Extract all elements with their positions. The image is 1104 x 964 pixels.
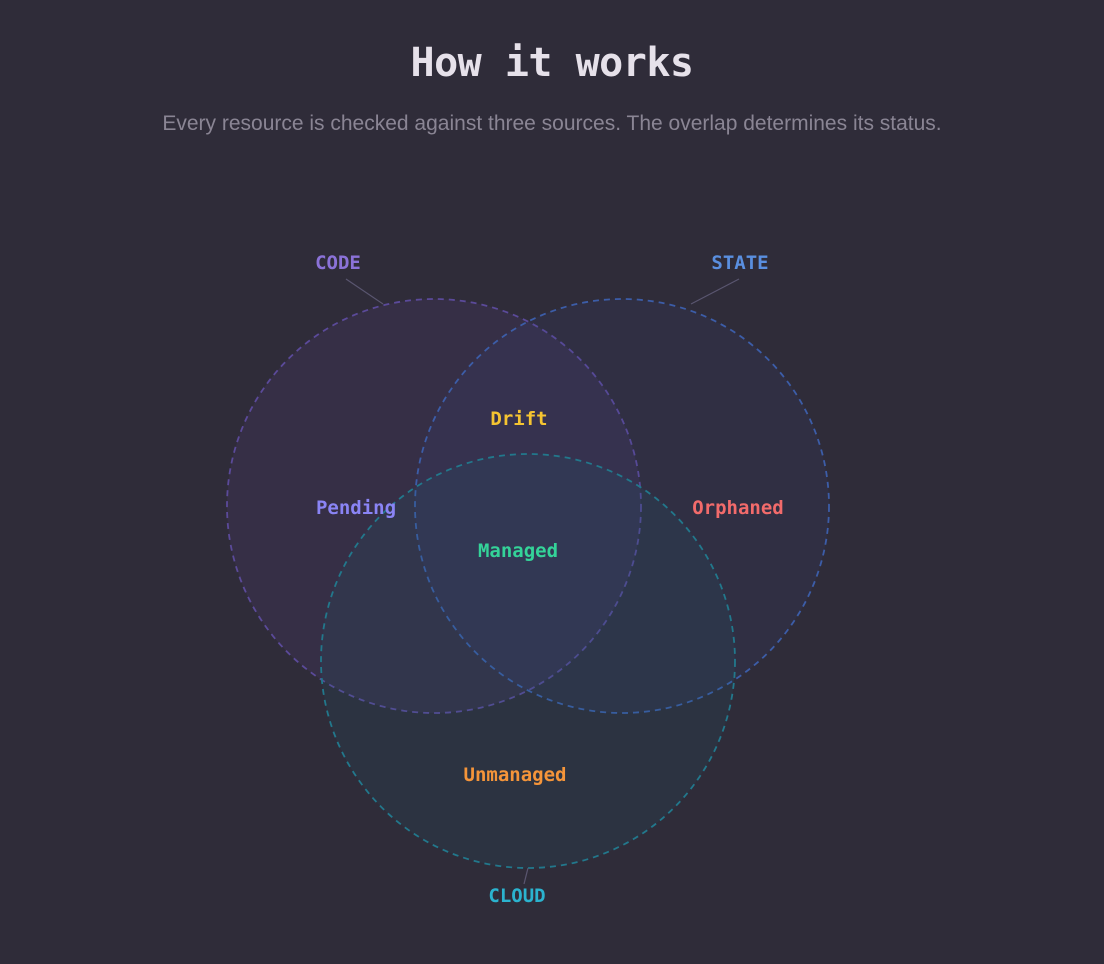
state-set-label: STATE	[711, 252, 768, 274]
venn-diagram: CODE STATE CLOUD Pending Drift Orphaned …	[226, 252, 830, 907]
code-leader-line	[345, 278, 384, 305]
cloud-leader-line	[523, 867, 529, 885]
orphaned-region-label: Orphaned	[692, 497, 784, 519]
cloud-set-label: CLOUD	[488, 885, 545, 907]
managed-region-label: Managed	[478, 540, 558, 562]
unmanaged-region-label: Unmanaged	[464, 764, 567, 786]
drift-region-label: Drift	[490, 408, 547, 430]
state-leader-line	[690, 278, 740, 305]
pending-region-label: Pending	[316, 497, 396, 519]
code-set-label: CODE	[315, 252, 361, 274]
